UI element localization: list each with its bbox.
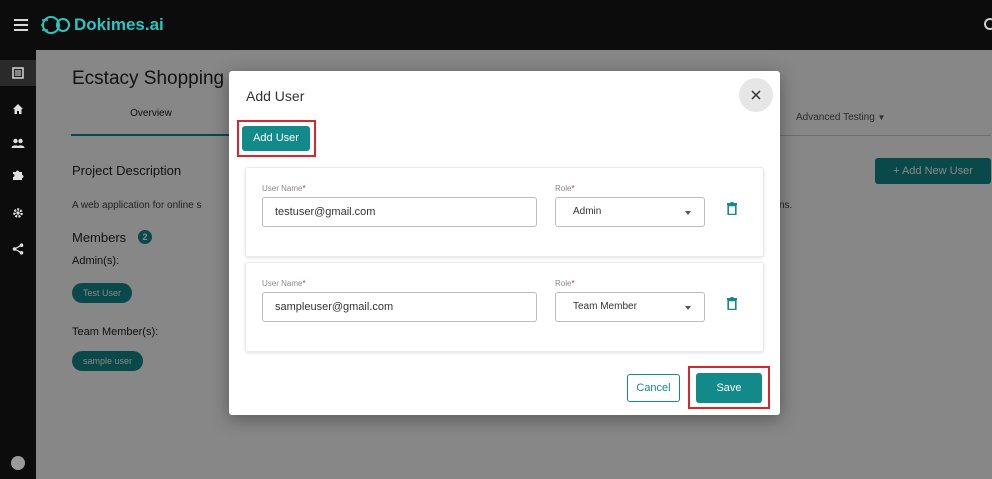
hamburger-menu-icon[interactable] <box>14 19 28 31</box>
user-entry-card: User Name* testuser@gmail.com Role* Admi… <box>245 167 764 257</box>
add-user-button[interactable]: Add User <box>242 126 310 151</box>
home-icon <box>13 104 23 114</box>
avatar[interactable] <box>11 456 25 470</box>
app-name: Dokimes.ai <box>74 15 164 34</box>
username-label: User Name* <box>262 184 306 193</box>
role-select-value: Team Member <box>573 301 637 312</box>
sidebar-item-projects[interactable] <box>0 60 36 86</box>
top-bar: Dokimes.ai <box>0 0 992 50</box>
chevron-down-icon <box>685 306 691 310</box>
users-icon <box>11 138 25 148</box>
sidebar-item-users[interactable] <box>0 130 36 156</box>
gear-icon <box>13 208 23 218</box>
sidebar-item-share[interactable] <box>0 236 36 262</box>
role-select-value: Admin <box>573 206 602 217</box>
chevron-down-icon <box>685 211 691 215</box>
username-input[interactable]: testuser@gmail.com <box>262 197 537 227</box>
cancel-button[interactable]: Cancel <box>627 374 680 402</box>
sidebar-item-settings[interactable] <box>0 200 36 226</box>
logo-icon <box>41 16 70 34</box>
role-select[interactable]: Team Member <box>555 292 705 322</box>
save-button[interactable]: Save <box>696 373 762 403</box>
close-icon <box>751 90 761 100</box>
list-icon <box>12 67 24 79</box>
sidebar-item-home[interactable] <box>0 96 36 122</box>
sidebar <box>0 50 36 479</box>
trash-icon[interactable] <box>727 297 737 310</box>
role-label: Role* <box>555 279 575 288</box>
username-label: User Name* <box>262 279 306 288</box>
app-logo[interactable]: Dokimes.ai <box>40 14 164 36</box>
dialog-title: Add User <box>246 88 305 104</box>
user-entry-card: User Name* sampleuser@gmail.com Role* Te… <box>245 262 764 352</box>
power-icon[interactable] <box>984 18 992 30</box>
role-label: Role* <box>555 184 575 193</box>
puzzle-icon <box>13 170 24 180</box>
add-user-dialog: Add User Add User User Name* testuser@gm… <box>229 71 780 415</box>
role-select[interactable]: Admin <box>555 197 705 227</box>
username-input[interactable]: sampleuser@gmail.com <box>262 292 537 322</box>
trash-icon[interactable] <box>727 202 737 215</box>
close-button[interactable] <box>739 78 773 112</box>
sidebar-item-integrations[interactable] <box>0 162 36 188</box>
share-icon <box>12 243 24 255</box>
